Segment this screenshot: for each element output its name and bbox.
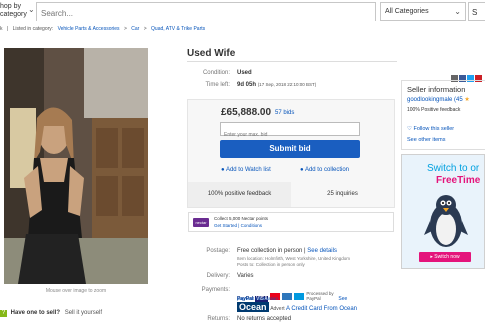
payment-info-link[interactable]: payment information xyxy=(237,296,278,301)
seller-feedback: 100% Positive feedback xyxy=(407,107,461,113)
time-left-value: 9d 05h (17 Sep, 2018 22:10:00 BST) xyxy=(237,82,316,88)
search-input[interactable] xyxy=(37,5,375,22)
see-details-link[interactable]: See details xyxy=(307,248,337,254)
postage-value-text: Free collection in person xyxy=(237,248,303,254)
listed-in-label: Listed in category: xyxy=(12,26,54,32)
chevron-down-icon: ⌄ xyxy=(28,5,35,14)
time-left-label: Time left: xyxy=(205,82,230,88)
breadcrumb-separator: | xyxy=(6,26,9,32)
eye-icon: ● xyxy=(221,167,225,173)
follow-seller-link[interactable]: ♡ Follow this seller xyxy=(407,126,454,132)
search-button[interactable]: S xyxy=(468,2,485,21)
nectar-links[interactable]: Get Started | Conditions xyxy=(214,223,262,228)
see-other-items-link[interactable]: See other items xyxy=(407,137,446,143)
breadcrumb-separator: > xyxy=(143,26,147,32)
switch-now-button[interactable]: ▸ Switch now xyxy=(419,252,471,262)
condition-value: Used xyxy=(237,70,252,76)
zoom-hint: Mouse over image to zoom xyxy=(45,288,107,294)
shop-by-category-button[interactable]: hop by category ⌄ xyxy=(0,0,36,27)
advert-label: Advert xyxy=(270,306,285,312)
star-icon: ★ xyxy=(464,97,470,103)
watchlist-label: Add to Watch list xyxy=(225,167,271,173)
max-bid-field xyxy=(220,122,360,141)
ocean-credit: Ocean Advert A Credit Card From Ocean xyxy=(237,302,357,312)
heart-icon: ♡ xyxy=(407,126,412,132)
seller-name-text: goodlookingmale (45 xyxy=(407,97,463,103)
switch-now-label: Switch now xyxy=(434,254,460,260)
share-icons xyxy=(451,69,483,82)
amex-icon xyxy=(282,293,293,300)
sell-question: Have one to sell? xyxy=(10,310,61,316)
processed-by-paypal: Processed by PayPal xyxy=(306,291,334,301)
condition-value-text: Used xyxy=(237,70,252,76)
category-select[interactable]: All Categories ⌄ xyxy=(380,2,466,21)
penguin-icon xyxy=(424,195,468,247)
sell-it-yourself-link[interactable]: Sell it yourself xyxy=(65,310,102,316)
chevron-down-icon: ⌄ xyxy=(454,7,461,16)
returns-label: Returns: xyxy=(207,316,230,322)
nectar-logo: nectar xyxy=(193,218,209,227)
payments-label: Payments: xyxy=(201,287,230,293)
time-left-date: (17 Sep, 2018 22:10:00 BST) xyxy=(257,82,317,87)
follow-label: Follow this seller xyxy=(413,126,455,132)
sell-bar: ? Have one to sell? Sell it yourself xyxy=(0,310,200,322)
collection-label: Add to collection xyxy=(304,167,349,173)
seller-name-link[interactable]: goodlookingmale (45 ★ xyxy=(407,96,470,103)
breadcrumb-separator: > xyxy=(123,26,127,32)
condition-label: Condition: xyxy=(202,70,230,76)
breadcrumb: k | Listed in category: Vehicle Parts & … xyxy=(0,26,485,38)
item-photo[interactable] xyxy=(4,48,148,284)
back-link[interactable]: k xyxy=(0,26,3,32)
submit-bid-button[interactable]: Submit bid xyxy=(220,140,360,158)
breadcrumb-vehicle-parts[interactable]: Vehicle Parts & Accessories xyxy=(58,26,120,32)
add-to-collection-link[interactable]: ● Add to collection xyxy=(300,167,349,173)
delivery-label: Delivery: xyxy=(206,273,230,279)
category-select-value: All Categories xyxy=(385,8,429,15)
returns-value: No returns accepted xyxy=(237,316,292,322)
maestro-icon xyxy=(294,293,305,300)
posts-to: Posts to: Collection in person only xyxy=(237,262,305,267)
delivery-value: Varies xyxy=(237,273,254,279)
play-icon: ▸ xyxy=(430,254,433,260)
breadcrumb-car[interactable]: Car xyxy=(131,26,139,32)
ad-headline: Switch to or xyxy=(427,163,480,174)
ad-brand: FreeTime xyxy=(436,175,481,186)
shop-by-category-label: hop by category xyxy=(0,3,27,18)
item-photo-image xyxy=(4,48,148,284)
plus-icon: ● xyxy=(300,167,304,173)
positive-feedback-stat: 100% positive feedback xyxy=(188,182,291,207)
listing-title: Used Wife xyxy=(187,48,236,59)
seller-info-heading: Seller information xyxy=(407,85,466,94)
ocean-credit-card-link[interactable]: A Credit Card From Ocean xyxy=(286,306,357,312)
sell-icon: ? xyxy=(0,310,7,317)
postage-label: Postage: xyxy=(206,248,230,254)
ocean-logo: Ocean xyxy=(237,302,269,312)
nectar-banner: nectar Collect 5,000 Nectar points Get S… xyxy=(188,212,394,232)
divider xyxy=(187,61,397,62)
add-to-watchlist-link[interactable]: ● Add to Watch list xyxy=(221,167,271,173)
time-left-text: 9d 05h xyxy=(237,82,257,88)
bid-count-link[interactable]: 57 bids xyxy=(275,110,294,116)
search-field-wrapper xyxy=(36,2,376,22)
inquiries-stat: 25 inquiries xyxy=(327,191,358,197)
current-price: £65,888.00 xyxy=(221,107,272,118)
breadcrumb-quad-atv[interactable]: Quad, ATV & Trike Parts xyxy=(151,26,205,32)
nectar-points-text: Collect 5,000 Nectar points xyxy=(214,216,269,221)
advert-banner[interactable]: Switch to or FreeTime ▸ Switch now xyxy=(401,154,485,269)
postage-value: Free collection in person | See details xyxy=(237,248,337,254)
